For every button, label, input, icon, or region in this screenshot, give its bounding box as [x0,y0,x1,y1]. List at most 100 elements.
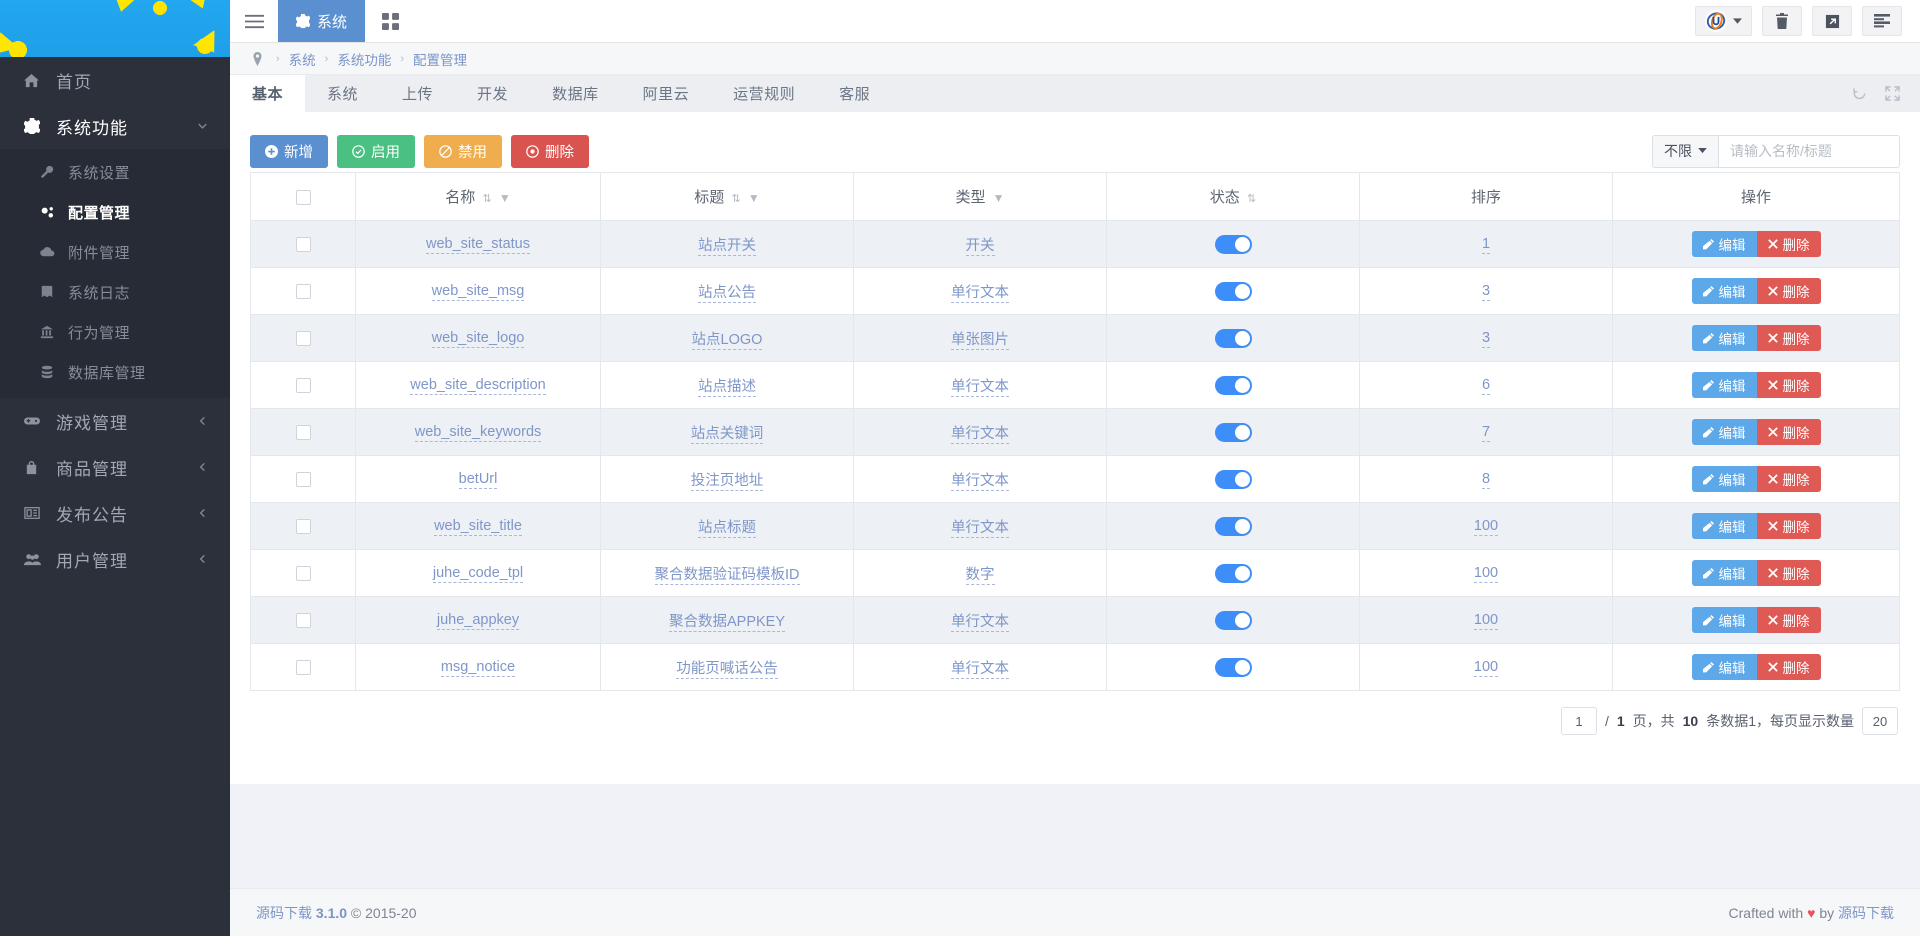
config-sort-link[interactable]: 1 [1482,236,1490,254]
sidebar-item-user-management[interactable]: 用户管理 [0,536,230,582]
config-type-link[interactable]: 单行文本 [951,661,1009,679]
config-type-link[interactable]: 单行文本 [951,614,1009,632]
row-edit-button[interactable]: 编辑 [1692,466,1757,492]
sidebar-item-home[interactable]: 首页 [0,57,230,103]
row-delete-button[interactable]: 删除 [1757,560,1821,586]
row-checkbox[interactable] [296,237,311,252]
config-title-link[interactable]: 站点LOGO [692,332,763,350]
status-toggle[interactable] [1215,376,1252,395]
add-button[interactable]: 新增 [250,135,328,168]
row-edit-button[interactable]: 编辑 [1692,513,1757,539]
tab-basic[interactable]: 基本 [230,75,305,112]
sidebar-item-publish-announcement[interactable]: 发布公告 [0,490,230,536]
config-name-link[interactable]: web_site_logo [432,330,525,348]
sidebar-item-system-features[interactable]: 系统功能 [0,103,230,149]
row-edit-button[interactable]: 编辑 [1692,325,1757,351]
col-type[interactable]: 类型 ▼ [854,173,1107,221]
config-title-link[interactable]: 站点标题 [698,520,756,538]
delete-button[interactable]: 删除 [511,135,589,168]
row-edit-button[interactable]: 编辑 [1692,607,1757,633]
row-checkbox[interactable] [296,425,311,440]
page-size-input[interactable] [1862,707,1898,735]
row-delete-button[interactable]: 删除 [1757,513,1821,539]
config-sort-link[interactable]: 100 [1474,565,1498,583]
config-sort-link[interactable]: 3 [1482,330,1490,348]
status-toggle[interactable] [1215,470,1252,489]
config-title-link[interactable]: 聚合数据APPKEY [669,614,785,632]
row-edit-button[interactable]: 编辑 [1692,372,1757,398]
breadcrumb-item-2[interactable]: 配置管理 [413,49,467,69]
status-toggle[interactable] [1215,658,1252,677]
row-delete-button[interactable]: 删除 [1757,278,1821,304]
config-name-link[interactable]: web_site_msg [432,283,525,301]
config-name-link[interactable]: betUrl [459,471,498,489]
row-checkbox[interactable] [296,660,311,675]
status-toggle[interactable] [1215,235,1252,254]
filter-icon[interactable]: ▼ [748,191,760,205]
col-title[interactable]: 标题 ⇅ ▼ [601,173,854,221]
config-name-link[interactable]: msg_notice [441,659,515,677]
status-toggle[interactable] [1215,564,1252,583]
trash-button[interactable] [1762,6,1802,36]
config-title-link[interactable]: 站点描述 [698,379,756,397]
breadcrumb-item-0[interactable]: 系统 [289,49,316,69]
config-type-link[interactable]: 数字 [966,567,995,585]
filter-icon[interactable]: ▼ [993,191,1005,205]
filter-icon[interactable]: ▼ [499,191,511,205]
config-name-link[interactable]: juhe_appkey [437,612,519,630]
row-delete-button[interactable]: 删除 [1757,419,1821,445]
sidebar-item-system-log[interactable]: 系统日志 [0,272,230,312]
status-toggle[interactable] [1215,282,1252,301]
sidebar-item-product-management[interactable]: 商品管理 [0,444,230,490]
row-delete-button[interactable]: 删除 [1757,466,1821,492]
config-type-link[interactable]: 开关 [966,238,995,256]
sort-icon[interactable]: ⇅ [482,193,491,205]
sidebar-item-attachment-management[interactable]: 附件管理 [0,232,230,272]
config-type-link[interactable]: 单行文本 [951,285,1009,303]
config-type-link[interactable]: 单行文本 [951,520,1009,538]
tab-system[interactable]: 系统 [305,75,380,112]
search-filter-select[interactable]: 不限 [1653,136,1719,167]
row-checkbox[interactable] [296,613,311,628]
row-delete-button[interactable]: 删除 [1757,607,1821,633]
crafted-brand-link[interactable]: 源码下载 [1838,905,1894,921]
tab-develop[interactable]: 开发 [455,75,530,112]
grid-icon[interactable] [365,0,415,42]
list-button[interactable] [1862,6,1902,36]
config-sort-link[interactable]: 7 [1482,424,1490,442]
config-name-link[interactable]: web_site_keywords [415,424,542,442]
sidebar-item-game-management[interactable]: 游戏管理 [0,398,230,444]
footer-brand-link[interactable]: 源码下载 [256,905,312,921]
search-input[interactable] [1719,136,1899,167]
config-title-link[interactable]: 投注页地址 [691,473,764,491]
row-checkbox[interactable] [296,331,311,346]
refresh-icon[interactable] [1852,86,1867,101]
sidebar-item-behavior-management[interactable]: 行为管理 [0,312,230,352]
hamburger-icon[interactable] [230,0,278,42]
config-sort-link[interactable]: 100 [1474,518,1498,536]
config-name-link[interactable]: web_site_title [434,518,522,536]
config-type-link[interactable]: 单行文本 [951,473,1009,491]
enable-button[interactable]: 启用 [337,135,415,168]
fullscreen-icon[interactable] [1885,86,1900,101]
sidebar-item-config-management[interactable]: 配置管理 [0,192,230,232]
tab-aliyun[interactable]: 阿里云 [621,75,712,112]
user-avatar-button[interactable] [1695,6,1752,36]
config-name-link[interactable]: juhe_code_tpl [433,565,523,583]
status-toggle[interactable] [1215,517,1252,536]
row-checkbox[interactable] [296,378,311,393]
tab-database[interactable]: 数据库 [530,75,621,112]
sidebar-item-database-management[interactable]: 数据库管理 [0,352,230,392]
config-type-link[interactable]: 单行文本 [951,379,1009,397]
row-edit-button[interactable]: 编辑 [1692,560,1757,586]
row-edit-button[interactable]: 编辑 [1692,278,1757,304]
config-sort-link[interactable]: 3 [1482,283,1490,301]
tab-operation-rules[interactable]: 运营规则 [711,75,817,112]
config-sort-link[interactable]: 100 [1474,612,1498,630]
status-toggle[interactable] [1215,329,1252,348]
breadcrumb-item-1[interactable]: 系统功能 [337,49,391,69]
header-tab-system[interactable]: 系统 [278,0,365,42]
config-name-link[interactable]: web_site_status [426,236,530,254]
config-title-link[interactable]: 站点开关 [698,238,756,256]
config-sort-link[interactable]: 100 [1474,659,1498,677]
